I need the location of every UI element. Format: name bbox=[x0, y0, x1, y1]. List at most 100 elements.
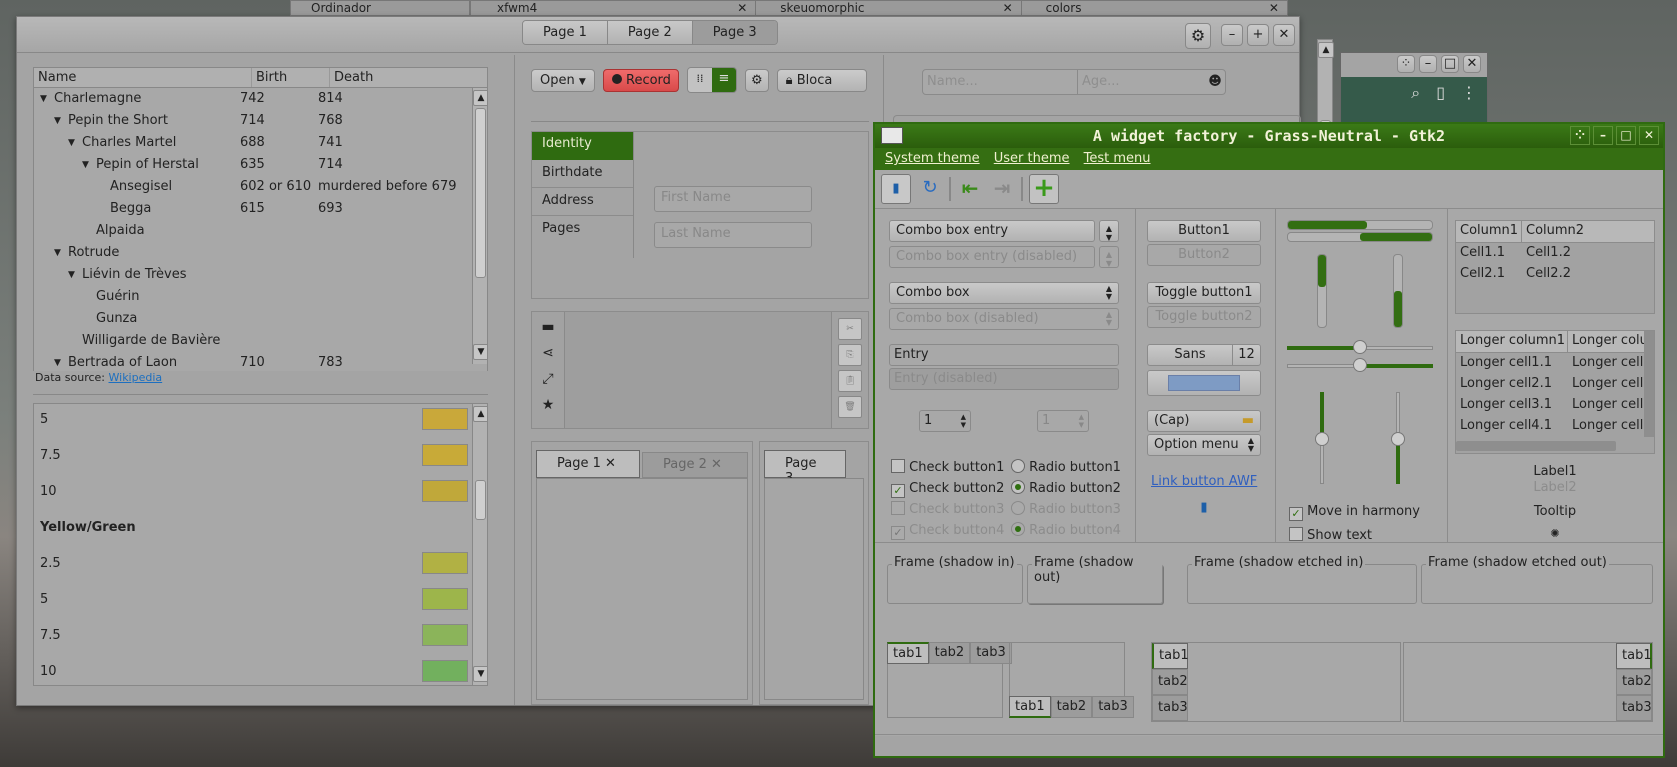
font-button[interactable]: Sans 12 bbox=[1147, 344, 1261, 366]
tabs-bottom-tab1[interactable]: tab1 bbox=[1009, 696, 1051, 718]
scale-v1-handle[interactable] bbox=[1315, 432, 1329, 446]
bg-tab-skeuomorphic[interactable]: skeuomorphic ✕ bbox=[756, 1, 1022, 15]
grid-view-icon[interactable]: ⁞⁞ bbox=[688, 68, 712, 92]
menu-test[interactable]: Test menu bbox=[1084, 151, 1151, 166]
tabs-left-tab1[interactable]: tab1 bbox=[1152, 643, 1189, 669]
table-row[interactable]: Longer cell1.1 Longer cell bbox=[1456, 353, 1654, 374]
check-button-1[interactable]: Check button1 bbox=[891, 457, 1004, 478]
button-1[interactable]: Button1 bbox=[1147, 220, 1261, 242]
combo-box-entry[interactable]: Combo box entry bbox=[889, 220, 1095, 242]
tree-row[interactable]: Ansegisel 602 or 610 murdered before 679 bbox=[34, 176, 487, 198]
age-entry[interactable]: Age... bbox=[1078, 70, 1205, 94]
notebook-tab-page2[interactable]: Page 2 ✕ bbox=[642, 452, 748, 478]
scroll-up-icon[interactable]: ▲ bbox=[473, 406, 487, 422]
table1-column1[interactable]: Column1 bbox=[1456, 221, 1522, 242]
go-first-icon[interactable]: ⇤ bbox=[957, 174, 983, 204]
bg-drag-icon[interactable]: ⁘ bbox=[1397, 55, 1415, 73]
tabs-left-tab3[interactable]: tab3 bbox=[1152, 695, 1188, 721]
notebook-tab-page1[interactable]: Page 1 ✕ bbox=[536, 450, 640, 478]
file-chooser-button[interactable]: (Cap) ▬ bbox=[1147, 410, 1261, 432]
table2-column1[interactable]: Longer column1 bbox=[1456, 331, 1568, 352]
record-button[interactable]: Record bbox=[603, 68, 679, 92]
entry-field[interactable]: Entry bbox=[889, 344, 1119, 366]
table-row[interactable]: Cell1.1 Cell1.2 bbox=[1456, 243, 1654, 264]
fullscreen-icon[interactable]: ⤢ bbox=[532, 366, 564, 392]
color-row[interactable]: 2.5 bbox=[34, 548, 487, 584]
name-entry[interactable]: Name... bbox=[923, 70, 1078, 94]
go-last-icon[interactable]: ⇥ bbox=[989, 174, 1015, 204]
tree-row[interactable]: Begga 615 693 bbox=[34, 198, 487, 220]
expander-icon[interactable]: ▼ bbox=[82, 160, 89, 170]
menu-dots-icon[interactable]: ⋮ bbox=[1461, 83, 1477, 103]
sidebar-toggle-icon[interactable]: ▯ bbox=[1436, 83, 1445, 103]
tree-scroll-thumb[interactable] bbox=[475, 108, 486, 278]
scroll-up-icon[interactable]: ▲ bbox=[1318, 42, 1334, 58]
expander-icon[interactable]: ▼ bbox=[68, 138, 75, 148]
sidebar-tab-identity[interactable]: Identity bbox=[532, 132, 633, 160]
color-row[interactable]: 5 bbox=[34, 404, 487, 440]
tree-row[interactable]: Alpaida bbox=[34, 220, 487, 242]
color-row[interactable]: 10 bbox=[34, 656, 487, 685]
table2-vscroll[interactable] bbox=[1644, 331, 1654, 437]
sidebar-tab-pages[interactable]: Pages bbox=[532, 216, 633, 244]
last-name-field[interactable]: Last Name bbox=[654, 222, 812, 248]
tabs-bottom-tab3[interactable]: tab3 bbox=[1092, 696, 1134, 718]
lock-button[interactable]: 🔒︎ Bloca bbox=[776, 68, 867, 92]
page-switcher-page2[interactable]: Page 2 bbox=[607, 21, 693, 44]
tree-row[interactable]: Gunza bbox=[34, 308, 487, 330]
add-icon[interactable]: + bbox=[1029, 174, 1059, 204]
widget-factory-icon[interactable]: ▮ bbox=[881, 174, 911, 204]
scroll-down-icon[interactable]: ▼ bbox=[473, 344, 487, 360]
expander-icon[interactable]: ▼ bbox=[68, 270, 75, 280]
tabs-bottom-tab2[interactable]: tab2 bbox=[1050, 696, 1093, 718]
color-row[interactable]: 7.5 bbox=[34, 620, 487, 656]
column-header-name[interactable]: Name bbox=[34, 68, 252, 87]
scale-h1-handle[interactable] bbox=[1353, 340, 1367, 354]
combo-box[interactable]: Combo box ▲ ▼ bbox=[889, 282, 1119, 304]
settings-gear-icon[interactable]: ⚙ bbox=[745, 68, 769, 92]
maximize-icon[interactable]: + bbox=[1247, 24, 1269, 46]
check-button-2[interactable]: ✓ Check button2 bbox=[891, 478, 1004, 499]
close-icon[interactable]: ✕ bbox=[1639, 126, 1659, 145]
table2-hscroll[interactable] bbox=[1456, 441, 1616, 451]
radio-button-2[interactable]: Radio button2 bbox=[1011, 478, 1121, 499]
share-icon[interactable]: ⋖ bbox=[532, 340, 564, 366]
tabs-right-tab1[interactable]: tab1 bbox=[1616, 643, 1652, 669]
scroll-down-icon[interactable]: ▼ bbox=[473, 666, 487, 682]
tree-row[interactable]: Guérin bbox=[34, 286, 487, 308]
bg-minimize-icon[interactable]: – bbox=[1419, 55, 1437, 73]
tabs-top-tab3[interactable]: tab3 bbox=[970, 642, 1012, 664]
background-window-1[interactable]: Ordinador bbox=[290, 0, 470, 16]
page-switcher-page1[interactable]: Page 1 bbox=[523, 21, 608, 44]
tree-row[interactable]: Willigarde de Bavière bbox=[34, 330, 487, 352]
sidebar-tab-address[interactable]: Address bbox=[532, 188, 633, 216]
tree-row[interactable]: ▼ Charles Martel 688 741 bbox=[34, 132, 487, 154]
tree-row[interactable]: ▼ Pepin of Herstal 635 714 bbox=[34, 154, 487, 176]
minimize-icon[interactable]: – bbox=[1593, 126, 1613, 145]
tabs-right-tab2[interactable]: tab2 bbox=[1616, 669, 1652, 695]
radio-button-1[interactable]: Radio button1 bbox=[1011, 457, 1121, 478]
paste-icon[interactable]: 📋︎ bbox=[838, 370, 862, 392]
maximize-icon[interactable]: □ bbox=[1616, 126, 1636, 145]
outer-scrollbar[interactable]: ▲ bbox=[1317, 39, 1334, 135]
column-header-birth[interactable]: Birth bbox=[252, 68, 330, 87]
cut-icon[interactable]: ✂ bbox=[838, 318, 862, 340]
tree-row[interactable]: ▼ Charlemagne 742 814 bbox=[34, 88, 487, 110]
emoji-icon[interactable]: ☻ bbox=[1205, 70, 1225, 94]
search-icon[interactable]: ⌕ bbox=[1411, 83, 1420, 103]
color-row[interactable]: 7.5 bbox=[34, 440, 487, 476]
option-menu[interactable]: Option menu ▲ ▼ bbox=[1147, 434, 1261, 456]
expander-icon[interactable]: ▼ bbox=[54, 116, 61, 126]
notebook-tab-page3[interactable]: Page 3 bbox=[764, 450, 846, 486]
tree-row[interactable]: ▼ Rotrude bbox=[34, 242, 487, 264]
tabs-left-tab2[interactable]: tab2 bbox=[1152, 669, 1188, 695]
tree-row[interactable]: ▼ Liévin de Trèves bbox=[34, 264, 487, 286]
scroll-up-icon[interactable]: ▲ bbox=[473, 90, 487, 106]
combo-entry-arrow-icon[interactable]: ▲ ▼ bbox=[1099, 220, 1119, 242]
bg-tab-xfwm4[interactable]: xfwm4 ✕ bbox=[471, 1, 757, 15]
first-name-field[interactable]: First Name bbox=[654, 186, 812, 212]
bg-maximize-icon[interactable]: □ bbox=[1441, 55, 1459, 73]
color-row[interactable]: 10 bbox=[34, 476, 487, 512]
column-header-death[interactable]: Death bbox=[330, 68, 470, 87]
wikipedia-link[interactable]: Wikipedia bbox=[109, 371, 163, 384]
